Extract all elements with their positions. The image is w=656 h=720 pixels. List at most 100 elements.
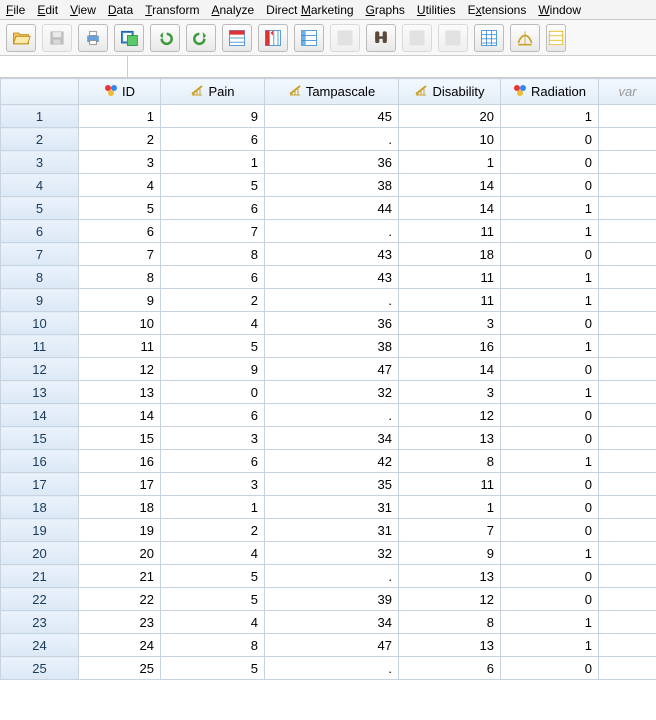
recall-dialog-button[interactable] [114,24,144,52]
cell-empty[interactable] [599,519,656,542]
row-header[interactable]: 13 [1,381,79,404]
row-header[interactable]: 8 [1,266,79,289]
row-header[interactable]: 17 [1,473,79,496]
cell-tampascale[interactable]: 32 [265,381,399,404]
cell-radiation[interactable]: 1 [501,220,599,243]
menu-direct-marketing[interactable]: Direct Marketing [266,3,353,17]
menu-extensions[interactable]: Extensions [468,3,527,17]
cell-pain[interactable]: 6 [161,450,265,473]
weight-cases-button[interactable] [438,24,468,52]
cell-radiation[interactable]: 0 [501,565,599,588]
cell-pain[interactable]: 4 [161,611,265,634]
cell-pain[interactable]: 6 [161,266,265,289]
select-cases-button[interactable] [474,24,504,52]
cell-pain[interactable]: 2 [161,289,265,312]
cell-empty[interactable] [599,220,656,243]
column-header-tampascale[interactable]: Tampascale [265,79,399,105]
cell-disability[interactable]: 18 [399,243,501,266]
row-header[interactable]: 1 [1,105,79,128]
cell-radiation[interactable]: 0 [501,496,599,519]
column-header-empty[interactable]: var [599,79,656,105]
column-header-pain[interactable]: Pain [161,79,265,105]
undo-button[interactable] [150,24,180,52]
row-header[interactable]: 14 [1,404,79,427]
cell-pain[interactable]: 5 [161,657,265,680]
cell-radiation[interactable]: 0 [501,473,599,496]
cell-empty[interactable] [599,381,656,404]
row-header[interactable]: 7 [1,243,79,266]
menu-graphs[interactable]: Graphs [366,3,405,17]
menu-transform[interactable]: Transform [145,3,199,17]
cell-pain[interactable]: 4 [161,312,265,335]
cell-tampascale[interactable]: . [265,220,399,243]
grid-corner[interactable] [1,79,79,105]
cell-id[interactable]: 18 [79,496,161,519]
cell-pain[interactable]: 5 [161,335,265,358]
cell-pain[interactable]: 8 [161,634,265,657]
open-file-button[interactable] [6,24,36,52]
save-file-button[interactable] [42,24,72,52]
cell-pain[interactable]: 6 [161,404,265,427]
print-button[interactable] [78,24,108,52]
cell-tampascale[interactable]: 44 [265,197,399,220]
cell-empty[interactable] [599,335,656,358]
cell-disability[interactable]: 13 [399,427,501,450]
cell-id[interactable]: 23 [79,611,161,634]
cell-id[interactable]: 5 [79,197,161,220]
cell-radiation[interactable]: 1 [501,542,599,565]
redo-button[interactable] [186,24,216,52]
cell-empty[interactable] [599,197,656,220]
cell-disability[interactable]: 14 [399,197,501,220]
cell-radiation[interactable]: 1 [501,634,599,657]
row-header[interactable]: 9 [1,289,79,312]
column-header-radiation[interactable]: Radiation [501,79,599,105]
cell-disability[interactable]: 1 [399,496,501,519]
row-header[interactable]: 18 [1,496,79,519]
row-header[interactable]: 22 [1,588,79,611]
row-header[interactable]: 20 [1,542,79,565]
row-header[interactable]: 10 [1,312,79,335]
cell-id[interactable]: 3 [79,151,161,174]
cell-id[interactable]: 2 [79,128,161,151]
value-labels-button[interactable] [510,24,540,52]
row-header[interactable]: 6 [1,220,79,243]
cell-radiation[interactable]: 0 [501,151,599,174]
menu-data[interactable]: Data [108,3,133,17]
row-header[interactable]: 3 [1,151,79,174]
cell-tampascale[interactable]: 31 [265,496,399,519]
cell-id[interactable]: 17 [79,473,161,496]
cell-empty[interactable] [599,128,656,151]
cell-tampascale[interactable]: 39 [265,588,399,611]
menu-file[interactable]: File [6,3,25,17]
cell-radiation[interactable]: 1 [501,197,599,220]
cell-disability[interactable]: 8 [399,611,501,634]
row-header[interactable]: 25 [1,657,79,680]
cell-tampascale[interactable]: 43 [265,266,399,289]
cell-empty[interactable] [599,266,656,289]
row-header[interactable]: 21 [1,565,79,588]
cell-radiation[interactable]: 0 [501,243,599,266]
variables-button[interactable] [294,24,324,52]
cell-tampascale[interactable]: 42 [265,450,399,473]
cell-disability[interactable]: 12 [399,404,501,427]
cell-empty[interactable] [599,588,656,611]
cell-radiation[interactable]: 1 [501,289,599,312]
cell-disability[interactable]: 1 [399,151,501,174]
row-header[interactable]: 12 [1,358,79,381]
cell-empty[interactable] [599,542,656,565]
cell-pain[interactable]: 6 [161,197,265,220]
cell-tampascale[interactable]: 38 [265,174,399,197]
cell-disability[interactable]: 3 [399,381,501,404]
cell-radiation[interactable]: 0 [501,427,599,450]
cell-id[interactable]: 7 [79,243,161,266]
cell-tampascale[interactable]: . [265,289,399,312]
cell-tampascale[interactable]: 38 [265,335,399,358]
cell-disability[interactable]: 14 [399,358,501,381]
cell-disability[interactable]: 11 [399,473,501,496]
cell-tampascale[interactable]: . [265,404,399,427]
row-header[interactable]: 24 [1,634,79,657]
cell-tampascale[interactable]: 45 [265,105,399,128]
cell-empty[interactable] [599,657,656,680]
cell-radiation[interactable]: 1 [501,381,599,404]
cell-tampascale[interactable]: 34 [265,611,399,634]
